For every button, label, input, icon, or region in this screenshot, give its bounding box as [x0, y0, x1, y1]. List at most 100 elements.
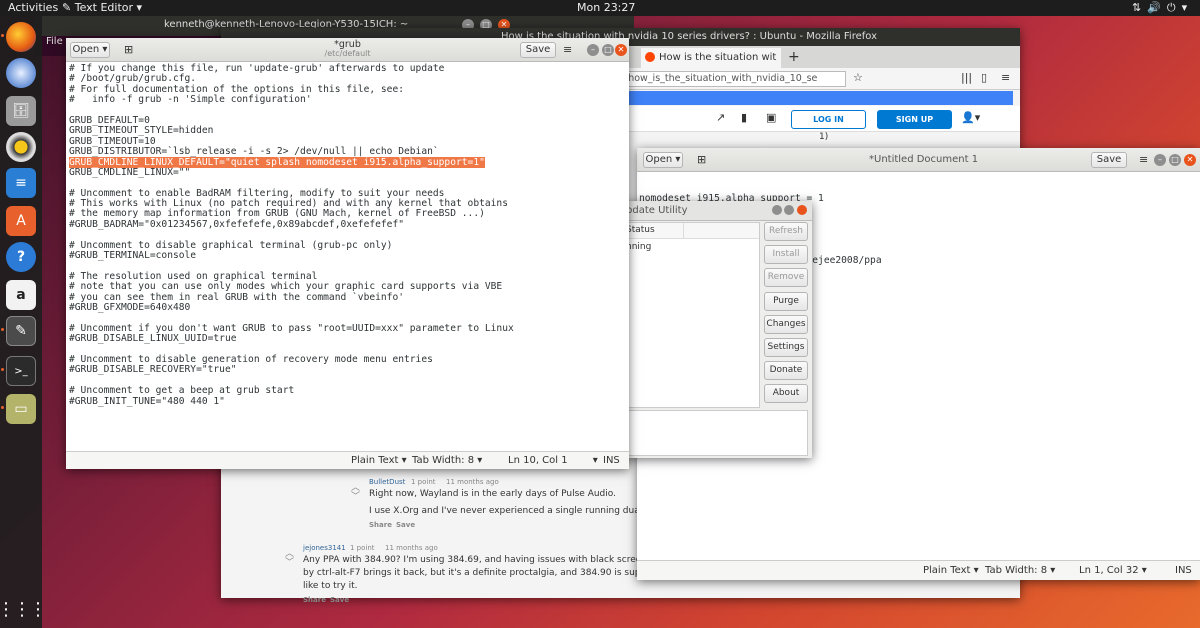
menu-icon[interactable]: ≡ — [563, 43, 572, 56]
login-button[interactable]: LOG IN — [791, 110, 866, 129]
share-link[interactable]: Share — [369, 521, 392, 529]
tab-label: How is the situation wit — [659, 52, 777, 63]
status-table[interactable]: Status nning — [622, 222, 760, 408]
window-title: *Untitled Document 1 — [869, 154, 979, 165]
clock[interactable]: Mon 23:27 — [577, 1, 635, 14]
grub-editor-window[interactable]: Open ▾ ⊞ *grub /etc/default Save ≡ – □ ✕… — [66, 38, 629, 469]
update-donate-button[interactable]: Donate — [764, 361, 808, 381]
code-line: # Uncomment to get a beep at grub start — [69, 385, 295, 397]
thunderbird-icon[interactable] — [6, 58, 36, 88]
save-link[interactable]: Save — [330, 596, 349, 604]
save-button[interactable]: Save — [520, 42, 556, 58]
code-line: #GRUB_TERMINAL=console — [69, 250, 197, 262]
comment-points: 1 point — [411, 478, 436, 486]
cursor-position[interactable]: Ln 1, Col 32 ▾ — [1079, 565, 1147, 576]
comment-user[interactable]: jejones3141 — [303, 544, 346, 552]
library-icon[interactable]: ||| — [961, 71, 972, 84]
firefox-icon[interactable] — [6, 22, 36, 52]
writer-icon[interactable]: ≡ — [6, 168, 36, 198]
trending-icon[interactable]: ↗ — [716, 111, 725, 124]
open-button[interactable]: Open ▾ — [643, 152, 683, 168]
downvote-icon[interactable]: ﹀ — [351, 489, 360, 502]
update-settings-button[interactable]: Settings — [764, 338, 808, 357]
insert-mode[interactable]: INS — [1175, 565, 1192, 576]
cursor-position[interactable]: Ln 10, Col 1 ▾ — [508, 455, 598, 466]
selected-text: GRUB_CMDLINE_LINUX_DEFAULT="quiet splash… — [69, 156, 485, 168]
video-icon[interactable]: ▣ — [766, 111, 776, 124]
comment-text: like to try it. — [303, 581, 358, 591]
menu-icon[interactable]: ≡ — [1001, 71, 1010, 84]
grub-headerbar: Open ▾ ⊞ *grub /etc/default Save ≡ – □ ✕ — [66, 38, 629, 62]
tab-width-selector[interactable]: Tab Width: 8 ▾ — [412, 455, 482, 466]
minimize-icon[interactable]: – — [587, 44, 599, 56]
user-icon[interactable]: 👤▾ — [961, 111, 980, 124]
update-refresh-button[interactable]: Refresh — [764, 222, 808, 241]
update-title: pdate Utility — [626, 205, 688, 216]
url-bar[interactable]: /how_is_the_situation_with_nvidia_10_se — [621, 71, 846, 87]
cursor-position-label: Ln 10, Col 1 — [508, 455, 568, 466]
system-tray-icons[interactable]: ⇅🔊⏻▾ — [1132, 1, 1193, 15]
update-install-button[interactable]: Install — [764, 245, 808, 265]
close-icon[interactable] — [797, 205, 807, 215]
sidebar-icon[interactable]: ▯ — [981, 71, 987, 84]
terminal-menu-file[interactable]: File — [46, 36, 63, 47]
files-icon[interactable]: 🗄 — [6, 96, 36, 126]
comment-text: by ctrl-alt-F7 brings it back, but it's … — [303, 568, 668, 578]
code-line: # info -f grub -n 'Simple configuration' — [69, 94, 312, 106]
downvote-icon[interactable]: ﹀ — [285, 555, 294, 568]
language-selector[interactable]: Plain Text ▾ — [351, 455, 407, 466]
comment-points: 1 point — [350, 544, 375, 552]
insert-mode[interactable]: INS — [603, 455, 620, 466]
code-line: #GRUB_DISABLE_RECOVERY="true" — [69, 364, 237, 376]
language-selector[interactable]: Plain Text ▾ — [923, 565, 979, 576]
archive-icon[interactable]: ▭ — [6, 394, 36, 424]
new-tab-button[interactable]: + — [788, 49, 800, 65]
code-line: #GRUB_INIT_TUNE="480 440 1" — [69, 395, 225, 407]
text-editor-icon[interactable]: ✎ — [6, 316, 36, 346]
minimize-icon[interactable]: – — [1154, 154, 1166, 166]
close-icon[interactable]: ✕ — [1184, 154, 1196, 166]
rhythmbox-icon[interactable] — [6, 132, 36, 162]
language-label: Plain Text — [923, 565, 971, 576]
activities-button[interactable]: Activities — [8, 1, 58, 14]
new-tab-icon[interactable]: ⊞ — [697, 153, 706, 166]
app-grid-icon[interactable]: ⋮⋮⋮ — [0, 594, 47, 624]
code-line: #GRUB_GFXMODE=640x480 — [69, 301, 191, 313]
log-area — [622, 410, 808, 456]
table-row[interactable]: nning — [623, 239, 759, 255]
star-icon[interactable]: ☆ — [853, 71, 863, 84]
share-link[interactable]: Share — [303, 596, 326, 604]
help-icon[interactable]: ? — [6, 242, 36, 272]
save-button[interactable]: Save — [1091, 152, 1127, 168]
amazon-icon[interactable]: a — [6, 280, 36, 310]
update-utility-window[interactable]: pdate Utility Status nning Refresh Instal… — [622, 201, 812, 458]
maximize-icon[interactable]: □ — [602, 44, 614, 56]
minimize-icon[interactable] — [772, 205, 782, 215]
update-purge-button[interactable]: Purge — [764, 291, 808, 311]
untitled-statusbar: Plain Text ▾ Tab Width: 8 ▾ Ln 1, Col 32… — [637, 560, 1200, 580]
update-remove-button[interactable]: Remove — [764, 268, 808, 288]
app-menu[interactable]: ✎ Text Editor ▾ — [62, 1, 142, 14]
column-status[interactable]: Status — [626, 225, 655, 235]
app-menu-label: Text Editor — [74, 1, 134, 14]
menu-icon[interactable]: ≡ — [1139, 153, 1148, 166]
tab-active[interactable]: How is the situation wit — [641, 48, 781, 68]
update-changes-button[interactable]: Changes — [764, 314, 808, 334]
stats-icon[interactable]: ▮ — [741, 111, 747, 124]
comment-user[interactable]: BulletDust — [369, 478, 405, 486]
update-about-button[interactable]: About — [764, 384, 808, 404]
maximize-icon[interactable] — [784, 205, 794, 215]
close-icon[interactable]: ✕ — [615, 44, 627, 56]
grub-statusbar: Plain Text ▾ Tab Width: 8 ▾ Ln 10, Col 1… — [66, 451, 629, 469]
maximize-icon[interactable]: □ — [1169, 154, 1181, 166]
reply-fragment: 1) — [819, 132, 829, 142]
grub-text-area[interactable]: # If you change this file, run 'update-g… — [69, 63, 514, 407]
software-icon[interactable]: A — [6, 206, 36, 236]
terminal-icon[interactable]: >_ — [6, 356, 36, 386]
comment-text: Right now, Wayland is in the early days … — [369, 489, 616, 499]
save-link[interactable]: Save — [396, 521, 415, 529]
tab-width-selector[interactable]: Tab Width: 8 ▾ — [985, 565, 1055, 576]
code-line: #GRUB_BADRAM="0x01234567,0xfefefefe,0x89… — [69, 218, 405, 230]
cursor-position-label: Ln 1, Col 32 — [1079, 565, 1139, 576]
signup-button[interactable]: SIGN UP — [877, 110, 952, 129]
